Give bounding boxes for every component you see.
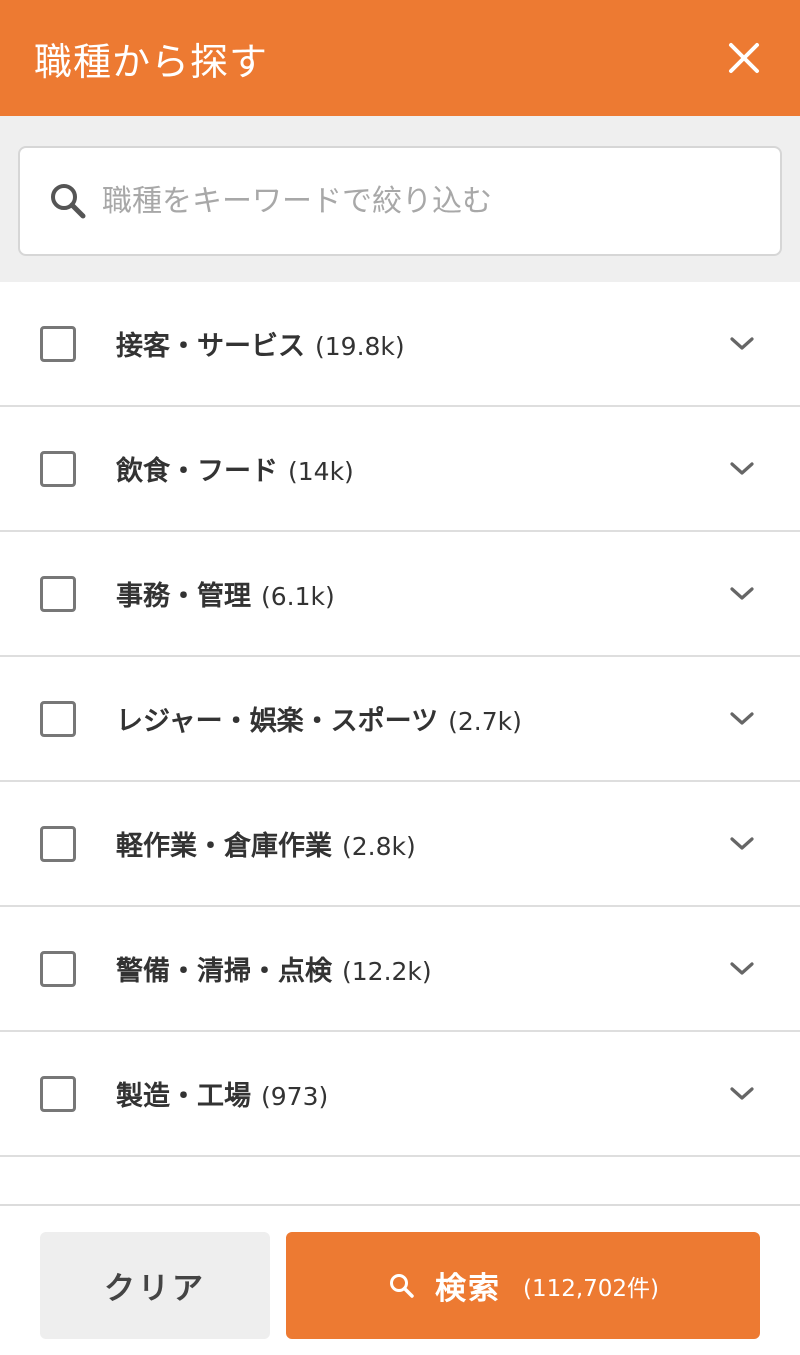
category-checkbox[interactable]	[40, 325, 76, 362]
chevron-down-icon[interactable]	[728, 334, 756, 354]
chevron-down-icon[interactable]	[728, 709, 756, 729]
clear-button[interactable]: クリア	[40, 1232, 270, 1339]
footer-bar: クリア 検索 (112,702件)	[0, 1204, 800, 1355]
category-label: 接客・サービス (19.8k)	[116, 324, 405, 363]
category-count: (6.1k)	[261, 582, 335, 611]
close-icon	[729, 43, 759, 73]
category-checkbox[interactable]	[40, 575, 76, 612]
category-name: レジャー・娯楽・スポーツ	[116, 706, 439, 737]
category-count: (14k)	[288, 457, 354, 486]
search-icon	[387, 1271, 417, 1301]
category-label: 飲食・フード (14k)	[116, 449, 354, 488]
chevron-down-icon[interactable]	[728, 584, 756, 604]
category-checkbox[interactable]	[40, 1075, 76, 1112]
category-name: 警備・清掃・点検	[116, 956, 332, 987]
category-item[interactable]: レジャー・娯楽・スポーツ (2.7k)	[0, 657, 800, 782]
category-label: レジャー・娯楽・スポーツ (2.7k)	[116, 699, 522, 738]
category-item[interactable]: 接客・サービス (19.8k)	[0, 282, 800, 407]
category-name: 事務・管理	[116, 581, 251, 612]
category-count: (2.8k)	[342, 832, 416, 861]
close-button[interactable]	[724, 38, 764, 78]
search-button-label: 検索	[434, 1271, 501, 1307]
category-count: (12.2k)	[342, 957, 432, 986]
category-count: (973)	[261, 1082, 329, 1111]
category-item[interactable]: 飲食・フード (14k)	[0, 407, 800, 532]
search-area	[0, 116, 800, 282]
search-button[interactable]: 検索 (112,702件)	[286, 1232, 760, 1339]
search-input[interactable]	[102, 183, 722, 219]
chevron-down-icon[interactable]	[728, 959, 756, 979]
category-checkbox[interactable]	[40, 825, 76, 862]
category-name: 軽作業・倉庫作業	[116, 831, 332, 862]
chevron-down-icon[interactable]	[728, 834, 756, 854]
category-checkbox[interactable]	[40, 950, 76, 987]
search-result-count: (112,702件)	[522, 1275, 660, 1302]
category-label: 軽作業・倉庫作業 (2.8k)	[116, 824, 416, 863]
category-label: 製造・工場 (973)	[116, 1074, 328, 1113]
category-checkbox[interactable]	[40, 450, 76, 487]
category-item[interactable]: 製造・工場 (973)	[0, 1032, 800, 1157]
category-item[interactable]: 警備・清掃・点検 (12.2k)	[0, 907, 800, 1032]
chevron-down-icon[interactable]	[728, 459, 756, 479]
category-name: 飲食・フード	[116, 456, 278, 487]
category-count: (19.8k)	[315, 332, 405, 361]
category-label: 警備・清掃・点検 (12.2k)	[116, 949, 432, 988]
category-checkbox[interactable]	[40, 700, 76, 737]
search-box[interactable]	[18, 146, 782, 256]
modal-title: 職種から探す	[34, 39, 269, 84]
modal-header: 職種から探す	[0, 0, 800, 116]
chevron-down-icon[interactable]	[728, 1084, 756, 1104]
category-name: 製造・工場	[116, 1081, 251, 1112]
category-item[interactable]: 事務・管理 (6.1k)	[0, 532, 800, 657]
category-item[interactable]: 軽作業・倉庫作業 (2.8k)	[0, 782, 800, 907]
search-icon	[46, 179, 90, 223]
category-name: 接客・サービス	[116, 331, 305, 362]
category-list: 接客・サービス (19.8k) 飲食・フード (14k) 事務・管理 (6.1k) レジャー…	[0, 282, 800, 1157]
category-count: (2.7k)	[448, 707, 522, 736]
category-label: 事務・管理 (6.1k)	[116, 574, 335, 613]
